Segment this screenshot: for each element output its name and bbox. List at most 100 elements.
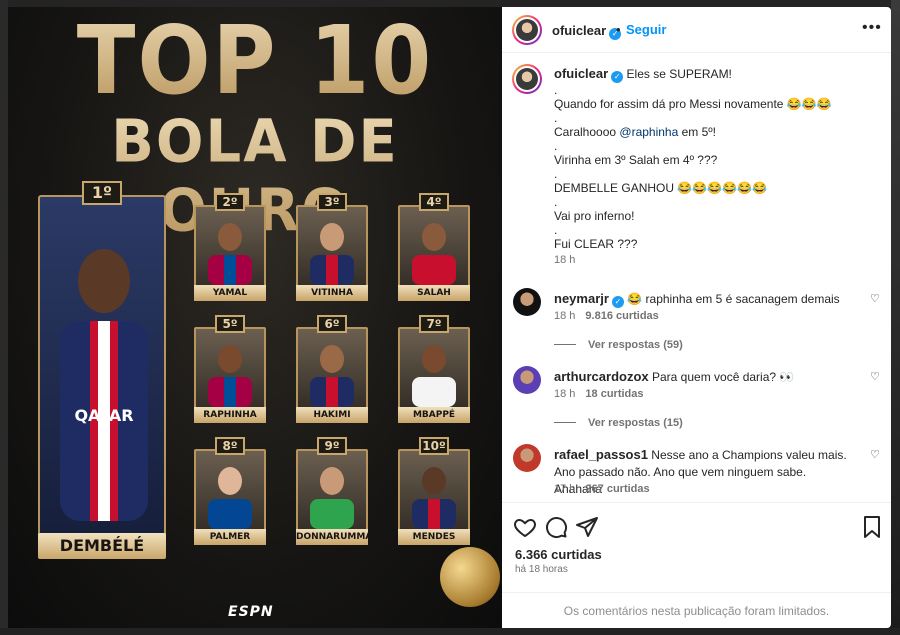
player-figure <box>412 345 456 407</box>
rank-badge: 5º <box>215 315 245 333</box>
commenter-avatar[interactable] <box>513 366 541 394</box>
view-replies-button[interactable]: Ver respostas (15) <box>554 417 683 429</box>
caption-line: . <box>554 139 558 153</box>
comment-likes[interactable]: 267 curtidas <box>585 483 649 495</box>
player-name: MBAPPÉ <box>398 407 470 423</box>
author-username: ofuiclear <box>552 23 607 38</box>
post-caption: ofuiclear ✓ Eles se SUPERAM! . Quando for… <box>554 67 874 252</box>
post-image[interactable]: TOP 10 BOLA DE OURO 1º QATAR DEMBÉLÉ 2º … <box>8 7 502 628</box>
comments-section[interactable]: ofuiclear ✓ Eles se SUPERAM! . Quando for… <box>502 54 891 502</box>
author-avatar[interactable] <box>512 15 542 45</box>
post-header: ofuiclear ✓ • Seguir ••• <box>502 7 891 53</box>
player-name: PALMER <box>194 529 266 545</box>
comment-meta: 18 h 9.816 curtidas <box>554 310 659 322</box>
comment-text: neymarjr ✓ 😂 raphinha em 5 é sacanagem de… <box>554 290 854 308</box>
commenter-username[interactable]: neymarjr <box>554 291 609 306</box>
rank-badge: 9º <box>317 437 347 455</box>
comment-time: 17 h <box>554 483 576 495</box>
commenter-username[interactable]: arthurcardozox <box>554 369 649 384</box>
player-name: YAMAL <box>194 285 266 301</box>
winner-card: 1º QATAR DEMBÉLÉ <box>38 181 166 559</box>
player-figure <box>310 467 354 529</box>
mention-link[interactable]: @raphinha <box>619 125 678 139</box>
player-figure <box>208 467 252 529</box>
player-name: DONNARUMMA <box>296 529 372 545</box>
winner-player-figure: QATAR <box>60 249 148 521</box>
heart-icon[interactable] <box>513 515 537 539</box>
commenter-avatar[interactable] <box>513 444 541 472</box>
commenter-username[interactable]: rafael_passos1 <box>554 447 648 462</box>
caption-line: . <box>554 195 558 209</box>
comment-icon[interactable] <box>544 515 568 539</box>
verified-icon: ✓ <box>611 296 624 308</box>
rank-badge: 10º <box>419 437 449 455</box>
replies-rule <box>554 344 576 345</box>
player-figure <box>208 223 252 285</box>
comment-time: 18 h <box>554 310 576 322</box>
rank-badge: 6º <box>317 315 347 333</box>
player-name: VITINHA <box>296 285 368 301</box>
likes-count[interactable]: 6.366 curtidas <box>515 547 602 562</box>
rank-badge: 7º <box>419 315 449 333</box>
rank-badge: 3º <box>317 193 347 211</box>
separator-dot: • <box>616 22 621 37</box>
caption-line-1: ofuiclear ✓ Eles se SUPERAM! <box>554 67 874 83</box>
background-top <box>0 0 900 7</box>
player-name: MENDES <box>398 529 470 545</box>
replies-rule <box>554 422 576 423</box>
commenter-avatar[interactable] <box>513 288 541 316</box>
more-options-icon[interactable]: ••• <box>862 19 882 37</box>
follow-button[interactable]: Seguir <box>626 22 666 37</box>
caption-timestamp: 18 h <box>554 254 576 266</box>
caption-author-avatar[interactable] <box>512 64 542 94</box>
caption-text: Eles se SUPERAM! <box>626 67 732 81</box>
caption-text: Caralhoooo <box>554 125 620 139</box>
comment-text: arthurcardozox Para quem você daria? 👀 <box>554 368 854 386</box>
player-card-3: 3º VITINHA <box>296 193 368 301</box>
player-card-6: 6º HAKIMI <box>296 315 368 423</box>
player-card-4: 4º SALAH <box>398 193 470 301</box>
caption-line: . <box>554 223 558 237</box>
player-card-9: 9º DONNARUMMA <box>296 437 372 545</box>
player-name: HAKIMI <box>296 407 368 423</box>
caption-username[interactable]: ofuiclear <box>554 66 608 81</box>
post-side-panel: ofuiclear ✓ • Seguir ••• ofuiclear ✓ Eles … <box>502 7 891 628</box>
heart-icon[interactable]: ♡ <box>870 292 882 305</box>
caption-line: . <box>554 167 558 181</box>
comment-time: 18 h <box>554 388 576 400</box>
author-username-link[interactable]: ofuiclear ✓ <box>552 22 622 40</box>
rank-badge: 2º <box>215 193 245 211</box>
player-name: RAPHINHA <box>194 407 266 423</box>
golden-ball-trophy <box>440 547 500 607</box>
comment-body: 😂 raphinha em 5 é sacanagem demais <box>627 292 840 306</box>
heart-icon[interactable]: ♡ <box>870 448 882 461</box>
player-name: SALAH <box>398 285 470 301</box>
image-title-top: TOP 10 <box>8 7 502 116</box>
heart-icon[interactable]: ♡ <box>870 370 882 383</box>
caption-line: Caralhoooo @raphinha em 5º! <box>554 125 874 139</box>
background-bottom <box>0 628 900 635</box>
espn-logo: ESPN <box>228 604 274 620</box>
share-icon[interactable] <box>575 515 599 539</box>
comment-likes[interactable]: 18 curtidas <box>585 388 643 400</box>
caption-text: em 5º! <box>678 125 717 139</box>
comment-body: Para quem você daria? 👀 <box>651 370 795 384</box>
caption-line: Vai pro inferno! <box>554 209 635 223</box>
bookmark-icon[interactable] <box>860 515 884 539</box>
winner-rank: 1º <box>82 181 122 205</box>
view-replies-button[interactable]: Ver respostas (59) <box>554 339 683 351</box>
player-figure <box>208 345 252 407</box>
background-left <box>0 0 8 635</box>
comment-likes[interactable]: 9.816 curtidas <box>585 310 658 322</box>
player-figure <box>310 223 354 285</box>
player-card-10: 10º MENDES <box>398 437 470 545</box>
player-card-2: 2º YAMAL <box>194 193 266 301</box>
comment-meta: 18 h 18 curtidas <box>554 388 644 400</box>
avatar-image <box>516 19 538 41</box>
player-card-8: 8º PALMER <box>194 437 266 545</box>
caption-line: . <box>554 111 558 125</box>
background-right <box>891 0 900 635</box>
player-figure <box>412 223 456 285</box>
comment-meta: 17 h 267 curtidas <box>554 483 650 495</box>
caption-line: DEMBELLE GANHOU 😂😂😂😂😂😂 <box>554 181 768 195</box>
